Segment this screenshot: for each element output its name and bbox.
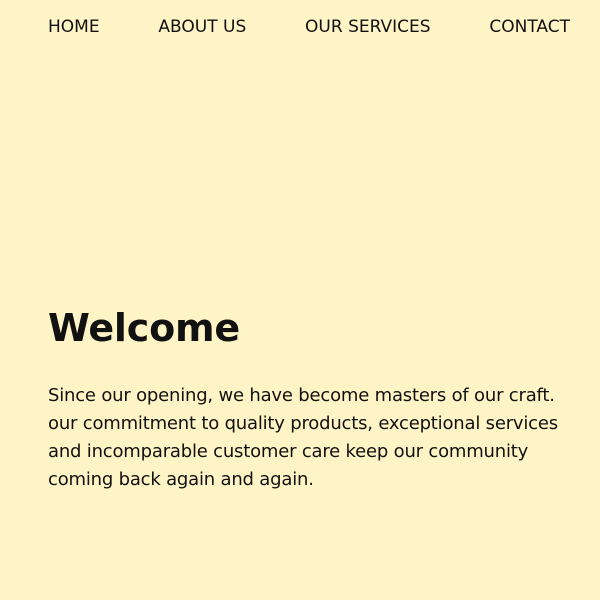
- hero-description: Since our opening, we have become master…: [48, 385, 558, 490]
- hero-section: Welcome Since our opening, we have becom…: [48, 302, 578, 494]
- nav-contact-link[interactable]: CONTACT: [489, 15, 570, 39]
- nav-our-services-link[interactable]: OUR SERVICES: [305, 15, 431, 39]
- main-navigation: HOME ABOUT US OUR SERVICES CONTACT: [48, 14, 570, 40]
- nav-home-link[interactable]: HOME: [48, 15, 100, 39]
- nav-about-us-link[interactable]: ABOUT US: [158, 15, 246, 39]
- page: HOME ABOUT US OUR SERVICES CONTACT Welco…: [0, 0, 600, 600]
- hero-title: Welcome: [48, 306, 240, 350]
